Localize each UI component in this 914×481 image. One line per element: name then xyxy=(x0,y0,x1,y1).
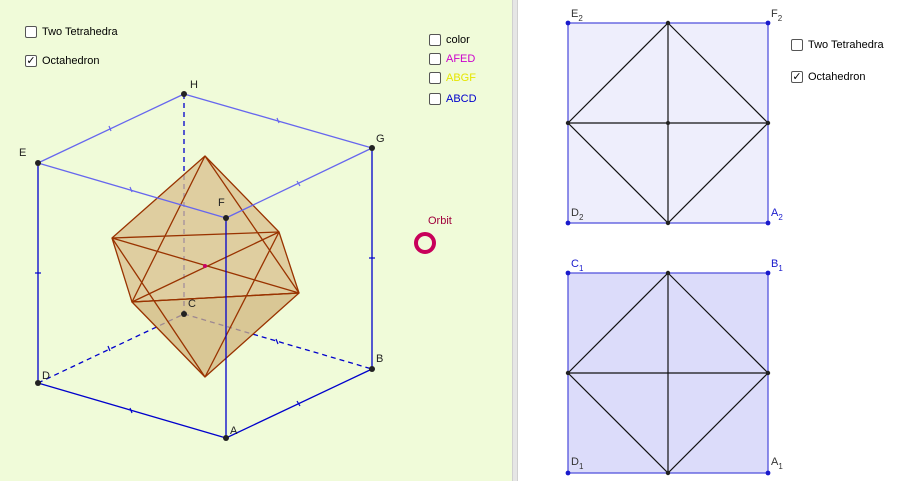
checkbox-label: ABGF xyxy=(446,72,476,84)
checkbox-color[interactable]: color xyxy=(429,34,470,46)
cube-edge-da xyxy=(37,382,227,439)
label-h: H xyxy=(190,79,198,91)
net-square-bottom xyxy=(565,270,771,476)
cube-edge-gf xyxy=(225,147,373,219)
checkbox-label: Octahedron xyxy=(808,71,866,83)
label-d: D xyxy=(42,370,50,382)
label-a1: A1 xyxy=(771,456,783,471)
label-c1: C1 xyxy=(571,258,584,273)
label-g: G xyxy=(376,133,385,145)
label-f: F xyxy=(218,197,225,209)
label-a2: A2 xyxy=(771,207,783,222)
checkbox-box-checked[interactable] xyxy=(791,71,803,83)
checkbox-label: Two Tetrahedra xyxy=(808,39,884,51)
orbit-label: Orbit xyxy=(428,215,452,227)
label-c: C xyxy=(188,298,196,310)
vertex-g[interactable] xyxy=(369,145,375,151)
checkbox-two-tetrahedra-left[interactable]: Two Tetrahedra xyxy=(25,26,118,38)
checkbox-label: AFED xyxy=(446,53,476,65)
vertex-c[interactable] xyxy=(181,311,187,317)
label-e2: E2 xyxy=(571,8,583,23)
label-a: A xyxy=(230,425,238,437)
cube-edge-eh xyxy=(37,93,185,164)
label-f2: F2 xyxy=(771,8,783,23)
vertex-d[interactable] xyxy=(35,380,41,386)
checkbox-afed[interactable]: AFED xyxy=(429,53,475,65)
octahedron-center-point[interactable] xyxy=(203,264,207,268)
checkbox-label: ABCD xyxy=(446,93,477,105)
checkbox-box[interactable] xyxy=(791,39,803,51)
checkbox-box[interactable] xyxy=(25,26,37,38)
checkbox-label: Octahedron xyxy=(42,55,100,67)
checkbox-two-tetrahedra-right[interactable]: Two Tetrahedra xyxy=(791,39,884,51)
vertex-f[interactable] xyxy=(223,215,229,221)
checkbox-abgf[interactable]: ABGF xyxy=(429,72,476,84)
label-b1: B1 xyxy=(771,258,783,273)
checkbox-box-checked[interactable] xyxy=(25,55,37,67)
checkbox-box[interactable] xyxy=(429,34,441,46)
checkbox-box[interactable] xyxy=(429,53,441,65)
checkbox-box[interactable] xyxy=(429,93,441,105)
vertex-a[interactable] xyxy=(223,435,229,441)
checkbox-label: Two Tetrahedra xyxy=(42,26,118,38)
checkbox-octahedron-left[interactable]: Octahedron xyxy=(25,55,99,67)
vertex-h[interactable] xyxy=(181,91,187,97)
label-e: E xyxy=(19,147,26,159)
checkbox-octahedron-right[interactable]: Octahedron xyxy=(791,71,865,83)
net-square-top xyxy=(565,20,771,226)
label-b: B xyxy=(376,353,383,365)
checkbox-box[interactable] xyxy=(429,72,441,84)
orbit-ring-icon[interactable] xyxy=(414,232,436,254)
checkbox-label: color xyxy=(446,34,470,46)
checkbox-abcd[interactable]: ABCD xyxy=(429,93,477,105)
vertex-e[interactable] xyxy=(35,160,41,166)
vertex-b[interactable] xyxy=(369,366,375,372)
